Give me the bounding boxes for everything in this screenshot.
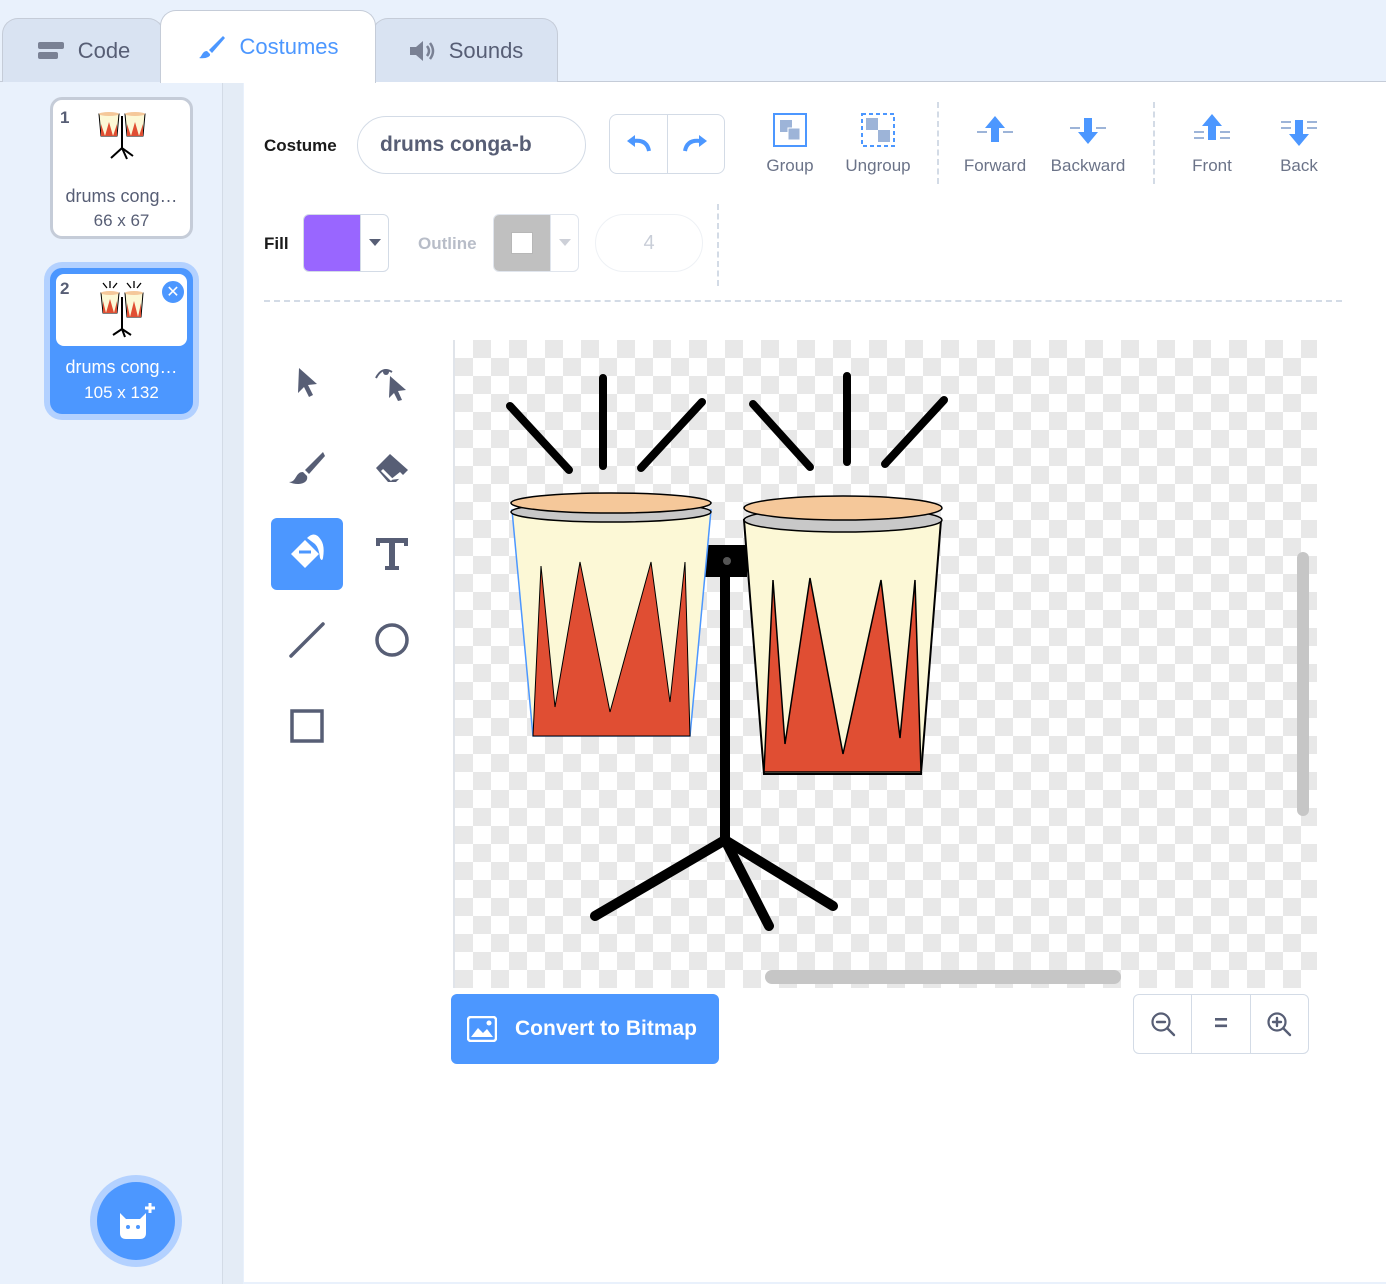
forward-icon — [977, 116, 1013, 142]
chevron-down-icon — [360, 215, 388, 271]
speaker-icon — [409, 40, 434, 61]
front-label: Front — [1192, 156, 1232, 175]
costume-name: drums cong… — [65, 186, 178, 206]
ungroup-label: Ungroup — [845, 156, 911, 175]
paint-bucket-icon — [291, 534, 324, 568]
convert-to-bitmap-button[interactable]: Convert to Bitmap — [451, 994, 719, 1064]
toolbar-divider — [937, 102, 939, 184]
zoom-controls: = — [1133, 994, 1309, 1054]
front-button[interactable]: Front — [1167, 110, 1257, 176]
outline-swatch — [494, 215, 551, 271]
paint-canvas[interactable] — [453, 340, 1317, 988]
costume-number: 2 — [60, 279, 70, 298]
zoom-out-icon — [1151, 1012, 1175, 1037]
forward-label: Forward — [963, 156, 1027, 175]
tab-costumes-label: Costumes — [239, 34, 339, 59]
outline-label: Outline — [418, 234, 477, 253]
toolbar-divider — [1153, 102, 1155, 184]
eraser-icon — [376, 454, 408, 482]
canvas-vertical-scrollbar[interactable] — [1297, 552, 1309, 816]
costume-thumbnail — [100, 281, 144, 338]
fill-label: Fill — [264, 234, 289, 253]
costume-size: 66 x 67 — [93, 211, 150, 230]
tab-sounds-label: Sounds — [448, 37, 524, 63]
forward-button[interactable]: Forward — [950, 110, 1040, 176]
code-icon — [37, 41, 64, 59]
rectangle-icon — [290, 709, 324, 743]
paint-editor: Costume drums conga-b Group Ungroup Forw… — [244, 82, 1386, 1282]
back-button[interactable]: Back — [1254, 110, 1344, 176]
circle-icon — [375, 623, 409, 657]
select-tool[interactable] — [271, 346, 343, 418]
fill-swatch — [304, 215, 361, 271]
cat-plus-icon — [120, 1203, 155, 1239]
circle-tool[interactable] — [356, 604, 428, 676]
line-tool[interactable] — [271, 604, 343, 676]
arrow-pointer-icon — [298, 368, 317, 397]
close-icon: ✕ — [166, 284, 180, 301]
toolbar-divider — [264, 300, 1342, 302]
costume-item-2[interactable]: 2 ✕ drums cong… 105 x 132 — [50, 268, 193, 414]
tab-costumes[interactable]: Costumes — [160, 10, 376, 83]
text-tool[interactable] — [356, 518, 428, 590]
choose-costume-button[interactable] — [90, 1175, 182, 1267]
zoom-in-icon — [1267, 1012, 1292, 1037]
fill-tool[interactable] — [271, 518, 343, 590]
reshape-icon — [375, 369, 406, 401]
costume-item-1[interactable]: 1 drums cong… 66 x 67 — [50, 97, 193, 239]
redo-button[interactable] — [666, 115, 725, 173]
tab-code[interactable]: Code — [2, 18, 164, 82]
fill-color-picker[interactable] — [303, 214, 389, 272]
zoom-in-button[interactable] — [1249, 995, 1308, 1053]
ungroup-icon — [861, 113, 895, 147]
paintbrush-icon — [199, 36, 226, 59]
group-button[interactable]: Group — [745, 110, 835, 176]
costume-name-input[interactable]: drums conga-b — [357, 116, 586, 174]
outline-width-input[interactable]: 4 — [595, 214, 703, 272]
backward-button[interactable]: Backward — [1043, 110, 1133, 176]
chevron-down-icon — [550, 215, 578, 271]
canvas-horizontal-scrollbar[interactable] — [765, 970, 1121, 984]
zoom-reset-button[interactable]: = — [1191, 995, 1249, 1053]
undo-button[interactable] — [610, 115, 667, 173]
brush-icon — [289, 452, 325, 484]
undo-icon — [627, 135, 652, 152]
tab-code-label: Code — [77, 37, 131, 63]
costume-list-scrollbar[interactable] — [222, 82, 243, 1284]
costume-name-label: Costume — [264, 136, 337, 155]
costume-list: 1 drums cong… 66 x 67 2 ✕ drums cong… 10… — [0, 82, 243, 1284]
backward-icon — [1070, 118, 1106, 144]
ungroup-button[interactable]: Ungroup — [833, 110, 923, 176]
undo-redo-group — [609, 114, 725, 174]
group-label: Group — [766, 156, 814, 175]
image-icon — [467, 1016, 497, 1042]
brush-tool[interactable] — [271, 432, 343, 504]
delete-costume-button[interactable]: ✕ — [160, 279, 186, 305]
costume-size: 105 x 132 — [84, 383, 159, 402]
convert-label: Convert to Bitmap — [515, 1017, 698, 1040]
eraser-tool[interactable] — [356, 432, 428, 504]
back-label: Back — [1280, 156, 1318, 175]
costume-number: 1 — [60, 108, 70, 127]
text-icon — [376, 538, 408, 570]
costume-thumbnail — [98, 112, 146, 160]
costume-drawing — [506, 372, 948, 931]
reshape-tool[interactable] — [356, 346, 428, 418]
group-icon — [773, 113, 807, 147]
rectangle-tool[interactable] — [271, 690, 343, 762]
line-icon — [289, 622, 325, 658]
editor-tab-bar: Code Costumes Sounds — [0, 0, 1386, 83]
tab-sounds[interactable]: Sounds — [372, 18, 558, 82]
front-icon — [1194, 114, 1230, 140]
outline-color-picker[interactable] — [493, 214, 579, 272]
zoom-out-button[interactable] — [1134, 995, 1191, 1053]
toolbar-divider — [717, 204, 719, 286]
redo-icon — [682, 135, 707, 152]
costume-name: drums cong… — [65, 357, 178, 377]
back-icon — [1281, 120, 1317, 146]
backward-label: Backward — [1050, 156, 1126, 175]
